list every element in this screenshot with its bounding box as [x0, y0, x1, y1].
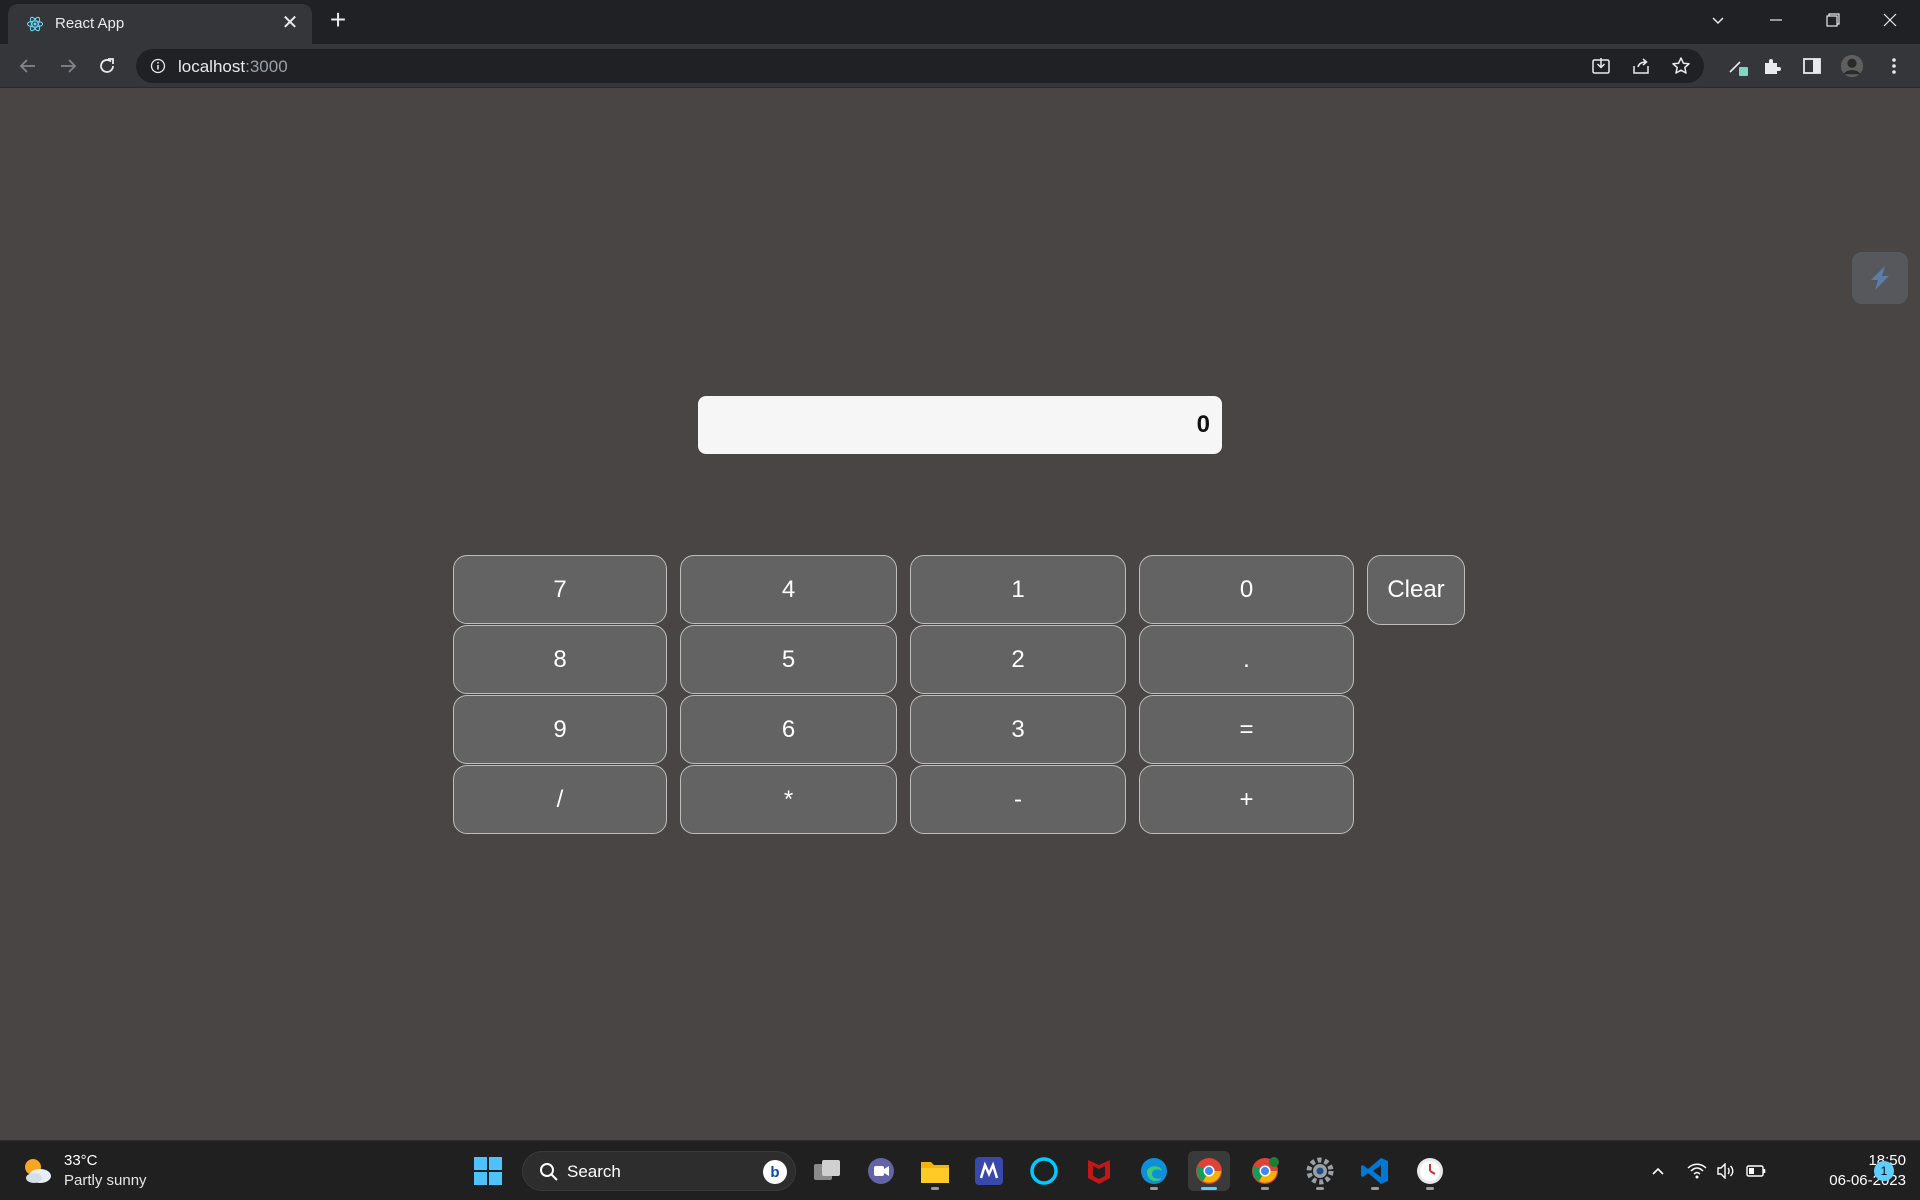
- running-indicator: [1261, 1187, 1269, 1190]
- markdown-app-icon[interactable]: [968, 1151, 1010, 1191]
- reload-icon[interactable]: [93, 52, 121, 80]
- new-tab-button[interactable]: +: [324, 6, 352, 34]
- url-host: localhost: [178, 57, 246, 76]
- weather-temperature: 33°C: [64, 1152, 98, 1169]
- taskbar-search-box[interactable]: Search b: [522, 1151, 796, 1191]
- running-indicator: [1316, 1187, 1324, 1190]
- bing-icon[interactable]: b: [763, 1160, 787, 1184]
- file-explorer-icon[interactable]: [914, 1151, 956, 1191]
- search-placeholder: Search: [567, 1162, 621, 1181]
- key-5[interactable]: 5: [680, 625, 897, 694]
- key-4[interactable]: 4: [680, 555, 897, 624]
- install-app-icon[interactable]: [1590, 55, 1612, 77]
- partly-sunny-icon: [25, 1159, 51, 1183]
- close-window-button[interactable]: [1870, 4, 1910, 36]
- key-decimal[interactable]: .: [1139, 625, 1354, 694]
- profile-avatar[interactable]: [1840, 54, 1864, 78]
- extensions-puzzle-icon[interactable]: [1760, 54, 1784, 78]
- side-panel-icon[interactable]: [1800, 54, 1824, 78]
- key-6[interactable]: 6: [680, 695, 897, 764]
- running-indicator: [1150, 1187, 1158, 1190]
- key-multiply[interactable]: *: [680, 765, 897, 834]
- site-info-icon[interactable]: [150, 58, 166, 74]
- tab-title: React App: [55, 15, 125, 32]
- active-app-indicator: [1201, 1187, 1217, 1190]
- clock-app-icon[interactable]: [1409, 1151, 1451, 1191]
- key-0[interactable]: 0: [1139, 555, 1354, 624]
- wifi-icon[interactable]: [1687, 1161, 1707, 1181]
- windows-taskbar: 33°C Partly sunny Search b 18:50 06-06-2…: [0, 1140, 1920, 1200]
- chrome-icon-active[interactable]: [1188, 1151, 1230, 1191]
- bookmark-star-icon[interactable]: [1670, 55, 1692, 77]
- running-indicator: [1426, 1187, 1434, 1190]
- key-1[interactable]: 1: [910, 555, 1126, 624]
- lightning-bolt-icon: [1871, 266, 1889, 290]
- calculator-display: 0: [698, 396, 1222, 454]
- browser-menu-icon[interactable]: [1882, 54, 1906, 78]
- floating-extension-widget[interactable]: [1852, 252, 1908, 304]
- running-indicator: [1371, 1187, 1379, 1190]
- notification-badge[interactable]: 1: [1874, 1161, 1894, 1181]
- minimize-button[interactable]: [1756, 4, 1796, 36]
- key-subtract[interactable]: -: [910, 765, 1126, 834]
- key-divide[interactable]: /: [453, 765, 667, 834]
- restore-button[interactable]: [1813, 4, 1853, 36]
- forward-arrow-icon[interactable]: [54, 52, 82, 80]
- tab-close-icon[interactable]: ✕: [280, 13, 300, 33]
- running-indicator: [931, 1187, 939, 1190]
- task-view-icon[interactable]: [806, 1151, 848, 1191]
- key-9[interactable]: 9: [453, 695, 667, 764]
- vscode-icon[interactable]: [1354, 1151, 1396, 1191]
- key-8[interactable]: 8: [453, 625, 667, 694]
- search-icon: [540, 1163, 558, 1181]
- battery-icon[interactable]: [1746, 1161, 1766, 1181]
- tab-react-app[interactable]: React App ✕: [8, 4, 312, 44]
- browser-title-bar: React App ✕ +: [0, 0, 1920, 44]
- key-7[interactable]: 7: [453, 555, 667, 624]
- clear-button[interactable]: Clear: [1367, 555, 1465, 625]
- key-add[interactable]: +: [1139, 765, 1354, 834]
- key-3[interactable]: 3: [910, 695, 1126, 764]
- show-hidden-icons-chevron-icon[interactable]: [1648, 1161, 1668, 1181]
- settings-gear-icon[interactable]: [1299, 1151, 1341, 1191]
- url-text: localhost:3000: [178, 57, 288, 77]
- windows-start-icon[interactable]: [472, 1155, 504, 1187]
- react-logo-icon: [26, 16, 44, 32]
- chrome-profile-icon[interactable]: [1244, 1151, 1286, 1191]
- tab-search-chevron-icon[interactable]: [1698, 4, 1738, 36]
- edge-browser-icon[interactable]: [1133, 1151, 1175, 1191]
- url-port: :3000: [245, 57, 288, 76]
- address-bar[interactable]: localhost:3000: [136, 49, 1704, 83]
- back-arrow-icon[interactable]: [14, 52, 42, 80]
- key-2[interactable]: 2: [910, 625, 1126, 694]
- share-icon[interactable]: [1630, 55, 1652, 77]
- weather-description: Partly sunny: [64, 1172, 147, 1189]
- alexa-icon[interactable]: [1023, 1151, 1065, 1191]
- extension-pen-icon[interactable]: [1726, 54, 1750, 78]
- browser-toolbar: localhost:3000: [0, 44, 1920, 88]
- teams-chat-icon[interactable]: [860, 1151, 902, 1191]
- mcafee-icon[interactable]: [1078, 1151, 1120, 1191]
- key-equals[interactable]: =: [1139, 695, 1354, 764]
- volume-icon[interactable]: [1716, 1161, 1736, 1181]
